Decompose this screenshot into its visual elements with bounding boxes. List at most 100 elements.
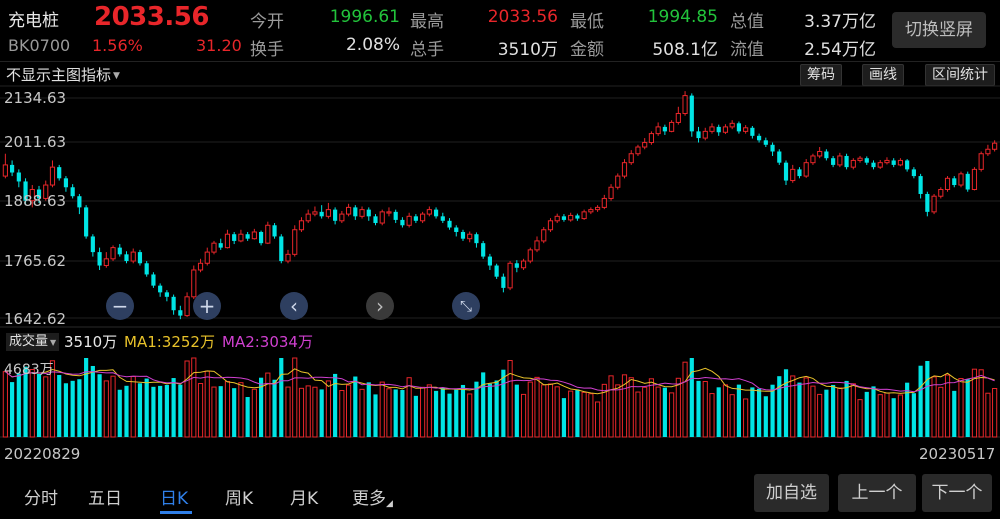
- volume-bar: [757, 388, 762, 437]
- volume-bar: [864, 391, 869, 437]
- candle-body: [601, 197, 607, 208]
- candle-body: [931, 195, 937, 213]
- volume-bar: [642, 386, 648, 438]
- volume-bar: [722, 384, 729, 438]
- zoom-out-button[interactable]: −: [106, 292, 134, 320]
- scroll-left-button[interactable]: ‹: [280, 292, 308, 320]
- volume-indicator-select[interactable]: 成交量 ▼: [6, 333, 60, 351]
- tab-weekly-k[interactable]: 周K: [225, 484, 253, 509]
- candle-body: [817, 150, 823, 157]
- collapse-icon[interactable]: ⤡: [452, 292, 480, 320]
- candle-body: [507, 262, 513, 289]
- volume-bar: [561, 398, 567, 437]
- volume-bar: [97, 374, 102, 437]
- chevron-down-icon: ▼: [50, 338, 57, 347]
- volume-bar: [481, 372, 486, 437]
- volume-bar: [810, 385, 816, 438]
- volume-indicator-label: 成交量: [9, 334, 49, 349]
- tab-monthly-k[interactable]: 月K: [290, 484, 318, 509]
- candle-body: [642, 142, 648, 148]
- candle-body: [339, 213, 345, 222]
- tab-five-day[interactable]: 五日: [88, 484, 122, 509]
- volume-bar: [669, 392, 675, 438]
- volume-bar: [447, 393, 452, 437]
- candle-body: [547, 220, 554, 231]
- tab-more[interactable]: 更多◢: [352, 484, 393, 509]
- volume-bar: [285, 386, 291, 438]
- volume-bar: [137, 383, 143, 437]
- volume-bar: [527, 381, 533, 438]
- volume-bar: [386, 388, 392, 438]
- candle-body: [938, 188, 944, 197]
- candle-body: [259, 231, 264, 244]
- volume-bar: [84, 358, 89, 437]
- volume-bar: [615, 384, 621, 438]
- candle-body: [333, 209, 338, 221]
- volume-bar: [238, 382, 244, 438]
- volume-bar: [103, 380, 109, 438]
- candle-body: [63, 178, 69, 188]
- tab-intraday[interactable]: 分时: [24, 484, 58, 509]
- candle-body: [520, 260, 527, 269]
- zoom-in-button[interactable]: +: [193, 292, 221, 320]
- candle-body: [420, 213, 426, 222]
- kline-chart[interactable]: [0, 0, 1000, 470]
- candle-body: [467, 233, 473, 240]
- volume-bar: [312, 386, 318, 438]
- volume-bar: [218, 386, 223, 437]
- candle-body: [251, 231, 257, 240]
- candle-body: [265, 224, 271, 244]
- candle-body: [675, 112, 681, 123]
- volume-bar: [588, 393, 594, 438]
- volume-bar: [648, 378, 655, 438]
- volume-bar: [897, 394, 904, 438]
- candle-body: [454, 227, 459, 232]
- candle-body: [608, 186, 614, 199]
- candle-body: [905, 160, 910, 170]
- volume-bar: [877, 394, 883, 438]
- volume-bar: [393, 389, 398, 437]
- candle-body: [184, 296, 190, 317]
- candle-body: [151, 274, 156, 286]
- volume-bar: [164, 384, 169, 437]
- volume-bar: [339, 390, 345, 438]
- expand-corner-icon: ◢: [386, 499, 393, 509]
- candle-body: [494, 265, 499, 277]
- volume-bar: [952, 390, 957, 437]
- volume-bar: [871, 386, 876, 437]
- add-watchlist-button[interactable]: 加自选: [754, 474, 829, 512]
- candle-body: [84, 207, 89, 237]
- candle-body: [763, 140, 768, 145]
- volume-bar: [10, 382, 15, 437]
- volume-bar: [433, 390, 439, 437]
- candle-body: [594, 206, 601, 211]
- previous-button[interactable]: 上一个: [838, 474, 916, 512]
- candle-body: [2, 164, 8, 177]
- volume-bar: [413, 395, 418, 437]
- candle-body: [197, 262, 204, 271]
- scroll-right-button[interactable]: ›: [366, 292, 394, 320]
- volume-bar: [514, 384, 519, 437]
- volume-bar: [426, 384, 432, 438]
- candle-body: [137, 252, 143, 264]
- next-button[interactable]: 下一个: [922, 474, 992, 512]
- candle-body: [864, 158, 869, 163]
- candle-body: [103, 258, 109, 267]
- candle-body: [373, 216, 378, 224]
- candle-body: [944, 177, 951, 190]
- candle-body: [144, 263, 149, 275]
- volume-bar: [454, 389, 459, 437]
- volume-bar: [985, 392, 991, 438]
- volume-bar: [325, 380, 331, 438]
- candle-body: [386, 211, 392, 214]
- volume-bar: [783, 369, 789, 437]
- volume-bar: [440, 387, 445, 437]
- candle-body: [238, 233, 244, 242]
- candle-body: [406, 215, 412, 226]
- candle-body: [124, 254, 129, 262]
- candle-body: [164, 292, 169, 297]
- candle-body: [487, 256, 492, 266]
- candle-body: [561, 216, 567, 220]
- tab-daily-k[interactable]: 日K: [160, 484, 188, 509]
- volume-bar: [211, 386, 217, 438]
